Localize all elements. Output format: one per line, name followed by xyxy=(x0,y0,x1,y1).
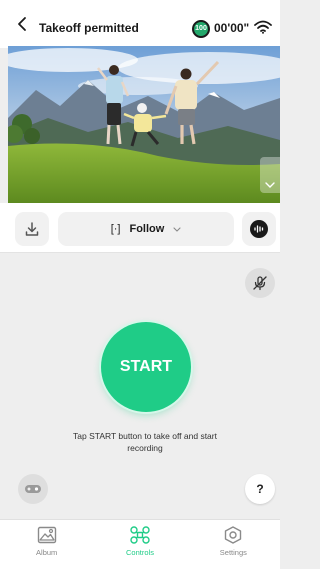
voice-wave-icon xyxy=(250,220,268,238)
top-bar: Takeoff permitted 100 00'00" xyxy=(0,0,280,48)
gamepad-button[interactable] xyxy=(18,474,48,504)
wifi-icon xyxy=(254,20,272,34)
nav-controls-label: Controls xyxy=(126,548,154,557)
nav-album[interactable]: Album xyxy=(0,520,93,569)
bottom-navigation: Album Controls Settings xyxy=(0,519,280,569)
nav-controls[interactable]: Controls xyxy=(93,520,186,569)
nav-settings[interactable]: Settings xyxy=(187,520,280,569)
nav-album-label: Album xyxy=(36,548,58,557)
download-button[interactable] xyxy=(15,212,49,246)
voice-control-button[interactable] xyxy=(242,212,276,246)
chevron-down-icon xyxy=(173,226,181,232)
drone-icon xyxy=(130,526,150,544)
chevron-down-icon xyxy=(265,182,275,188)
follow-mode-selector[interactable]: [·] Follow xyxy=(58,212,234,246)
download-icon xyxy=(25,222,39,236)
flight-timer: 00'00" xyxy=(214,21,250,35)
start-button[interactable]: START xyxy=(101,322,191,412)
gamepad-icon xyxy=(25,485,41,493)
camera-preview[interactable] xyxy=(8,46,280,203)
help-button[interactable]: ? xyxy=(245,474,275,504)
mic-off-icon xyxy=(253,276,267,291)
flight-status-title: Takeoff permitted xyxy=(39,21,139,35)
nav-settings-label: Settings xyxy=(219,548,247,557)
battery-indicator: 100 xyxy=(192,20,210,38)
settings-icon xyxy=(225,526,242,544)
follow-target-icon: [·] xyxy=(110,223,121,235)
collapse-panel-tab[interactable] xyxy=(260,157,280,193)
mute-mic-button[interactable] xyxy=(245,268,275,298)
mode-toolbar: [·] Follow xyxy=(0,203,280,253)
scene-photo xyxy=(8,46,280,203)
album-icon xyxy=(37,526,56,544)
follow-mode-label: Follow xyxy=(129,223,165,235)
start-hint-text: Tap START button to take off and start r… xyxy=(73,431,217,453)
back-arrow-icon[interactable] xyxy=(14,16,30,32)
controls-panel: START Tap START button to take off and s… xyxy=(0,254,280,519)
